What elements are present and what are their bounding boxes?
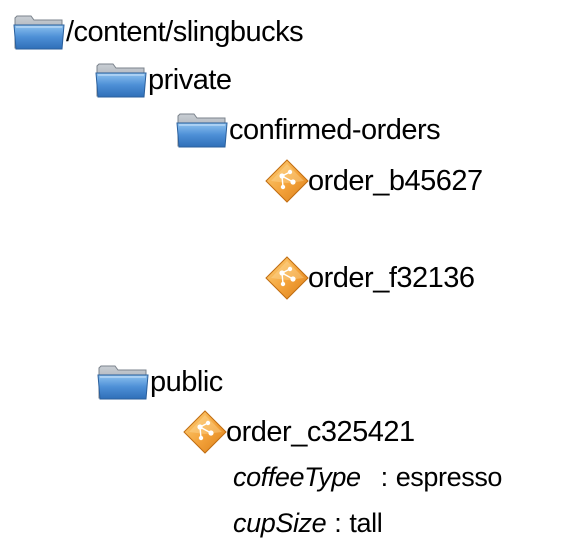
property-name: cupSize <box>233 507 327 538</box>
tree-node-root[interactable]: /content/slingbucks <box>12 9 304 55</box>
folder-icon <box>96 362 150 402</box>
tree-node-private[interactable]: private <box>94 57 232 103</box>
tree-node-order-c325421[interactable]: order_c325421 <box>180 409 415 455</box>
node-label-private: private <box>148 63 232 96</box>
tree-node-public[interactable]: public <box>96 359 223 405</box>
tree-node-order-f32136[interactable]: order_f32136 <box>262 255 475 301</box>
node-label-order-f32136: order_f32136 <box>308 261 475 294</box>
property-value: espresso <box>395 461 503 492</box>
property-value: tall <box>349 507 383 538</box>
node-label-confirmed-orders: confirmed-orders <box>229 113 441 146</box>
tree-node-order-b45627[interactable]: order_b45627 <box>262 158 483 204</box>
node-label-order-b45627: order_b45627 <box>308 164 483 197</box>
property-name: coffeeType <box>233 461 361 492</box>
property-separator: : <box>380 461 389 492</box>
node-label-order-c325421: order_c325421 <box>226 415 415 448</box>
folder-icon <box>12 12 66 52</box>
property-coffee-type: coffeeType : espresso <box>233 458 502 496</box>
folder-icon <box>175 110 229 150</box>
property-cup-size: cupSize : tall <box>233 504 383 542</box>
node-label-public: public <box>150 365 223 398</box>
folder-icon <box>94 60 148 100</box>
node-icon <box>262 156 312 206</box>
property-separator: : <box>334 507 342 538</box>
tree-node-confirmed-orders[interactable]: confirmed-orders <box>175 107 441 153</box>
node-label-root: /content/slingbucks <box>66 15 304 48</box>
node-icon <box>262 253 312 303</box>
node-icon <box>180 407 230 457</box>
